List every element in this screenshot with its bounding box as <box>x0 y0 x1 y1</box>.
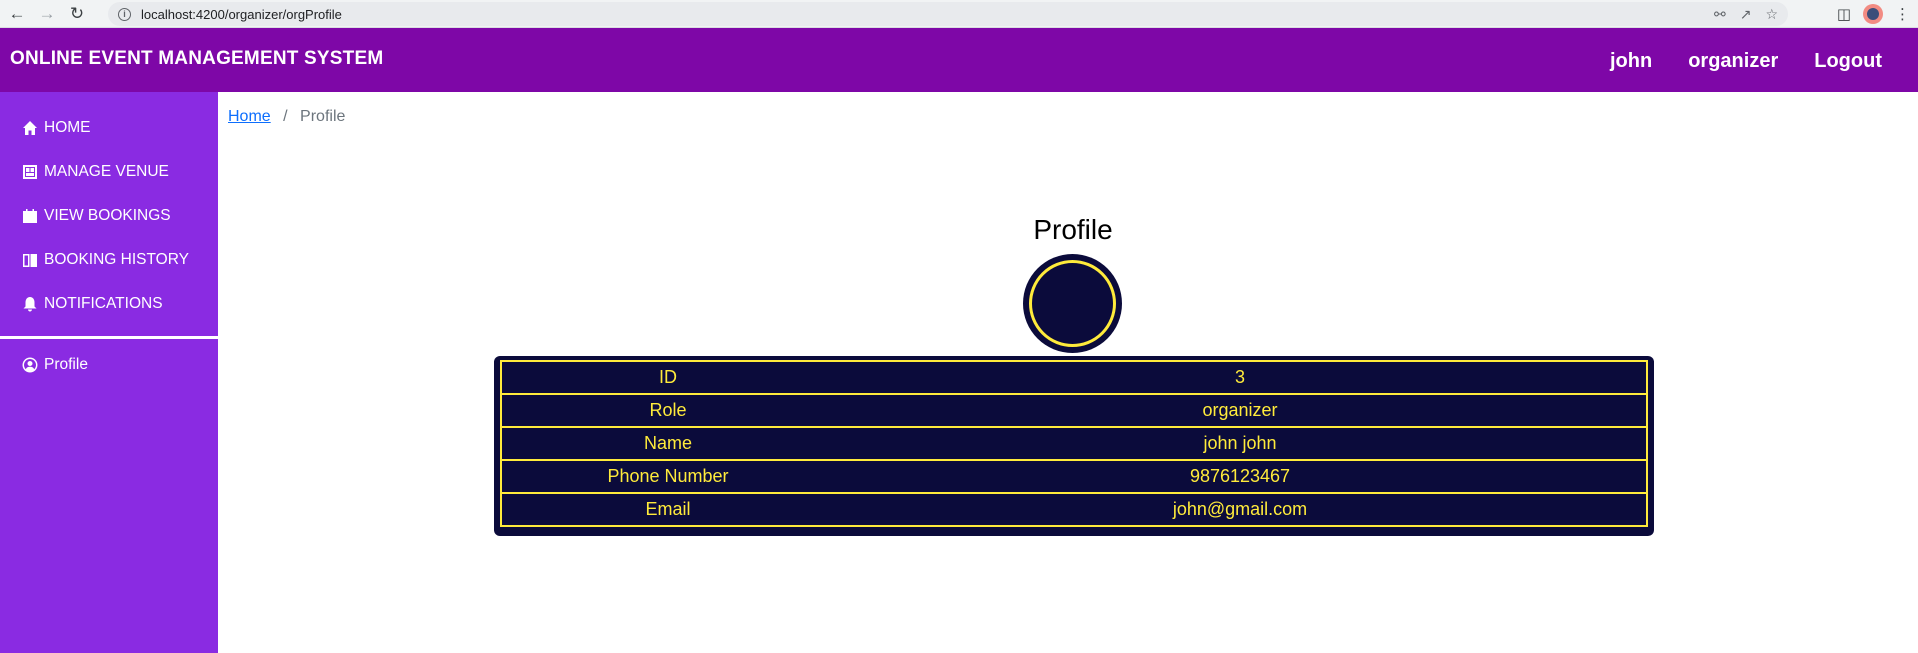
breadcrumb-current: Profile <box>300 108 346 125</box>
sidebar-item-home[interactable]: HOME <box>0 106 218 150</box>
share-icon[interactable]: ↗ <box>1740 6 1752 23</box>
key-icon[interactable]: ⚯ <box>1714 6 1726 23</box>
side-panel-icon[interactable]: ◫ <box>1837 5 1851 23</box>
field-value: 9876123467 <box>834 459 1647 494</box>
field-label: ID <box>501 360 834 395</box>
reload-icon[interactable]: ↻ <box>64 3 90 25</box>
field-value: 3 <box>834 360 1647 395</box>
table-row: Name john john <box>501 426 1647 461</box>
info-icon[interactable]: i <box>118 7 131 21</box>
table-row: ID 3 <box>501 360 1647 395</box>
sidebar-divider <box>0 336 218 339</box>
browser-toolbar: ← → ↻ i localhost:4200/organizer/orgProf… <box>0 0 1918 28</box>
sidebar-item-profile[interactable]: Profile <box>0 343 218 387</box>
table-row: Role organizer <box>501 393 1647 428</box>
sidebar-item-label: HOME <box>44 119 91 136</box>
header-nav: john organizer Logout <box>1610 50 1882 73</box>
field-value: organizer <box>834 393 1647 428</box>
address-bar[interactable]: i localhost:4200/organizer/orgProfile ⚯ … <box>108 2 1788 26</box>
breadcrumb: Home / Profile <box>228 108 345 126</box>
forward-arrow-icon[interactable]: → <box>34 3 60 25</box>
url-text: localhost:4200/organizer/orgProfile <box>141 6 342 22</box>
header-role-link[interactable]: organizer <box>1688 50 1778 73</box>
logout-link[interactable]: Logout <box>1814 50 1882 73</box>
breadcrumb-home-link[interactable]: Home <box>228 108 271 125</box>
browser-avatar[interactable] <box>1863 4 1883 24</box>
star-icon[interactable]: ☆ <box>1765 6 1778 23</box>
book-icon <box>23 254 37 267</box>
app-title: ONLINE EVENT MANAGEMENT SYSTEM <box>10 48 384 69</box>
field-value: john@gmail.com <box>834 492 1647 527</box>
field-label: Phone Number <box>501 459 834 494</box>
page-title: Profile <box>1033 214 1113 245</box>
sidebar: HOME MANAGE VENUE VIEW BOOKINGS BOOKING … <box>0 92 218 653</box>
bell-icon <box>23 297 37 312</box>
user-circle-icon <box>22 357 38 373</box>
profile-table: ID 3 Role organizer Name john john Phone… <box>500 360 1648 527</box>
sidebar-item-label: MANAGE VENUE <box>44 163 169 180</box>
field-label: Email <box>501 492 834 527</box>
field-label: Role <box>501 393 834 428</box>
back-arrow-icon[interactable]: ← <box>4 3 30 25</box>
table-row: Phone Number 9876123467 <box>501 459 1647 494</box>
profile-avatar <box>1023 254 1122 353</box>
sidebar-item-label: NOTIFICATIONS <box>44 295 163 312</box>
sidebar-item-manage-venue[interactable]: MANAGE VENUE <box>0 150 218 194</box>
field-value: john john <box>834 426 1647 461</box>
app-header: ONLINE EVENT MANAGEMENT SYSTEM john orga… <box>0 28 1918 92</box>
home-icon <box>23 121 37 135</box>
sidebar-item-notifications[interactable]: NOTIFICATIONS <box>0 282 218 326</box>
sidebar-item-label: BOOKING HISTORY <box>44 251 189 268</box>
breadcrumb-separator: / <box>283 108 288 125</box>
header-user-link[interactable]: john <box>1610 50 1652 73</box>
profile-card: ID 3 Role organizer Name john john Phone… <box>494 356 1654 536</box>
menu-kebab-icon[interactable]: ⋮ <box>1895 5 1910 23</box>
table-row: Email john@gmail.com <box>501 492 1647 527</box>
venue-icon <box>23 165 37 179</box>
sidebar-item-label: Profile <box>44 356 88 373</box>
avatar-ring <box>1029 260 1116 347</box>
field-label: Name <box>501 426 834 461</box>
